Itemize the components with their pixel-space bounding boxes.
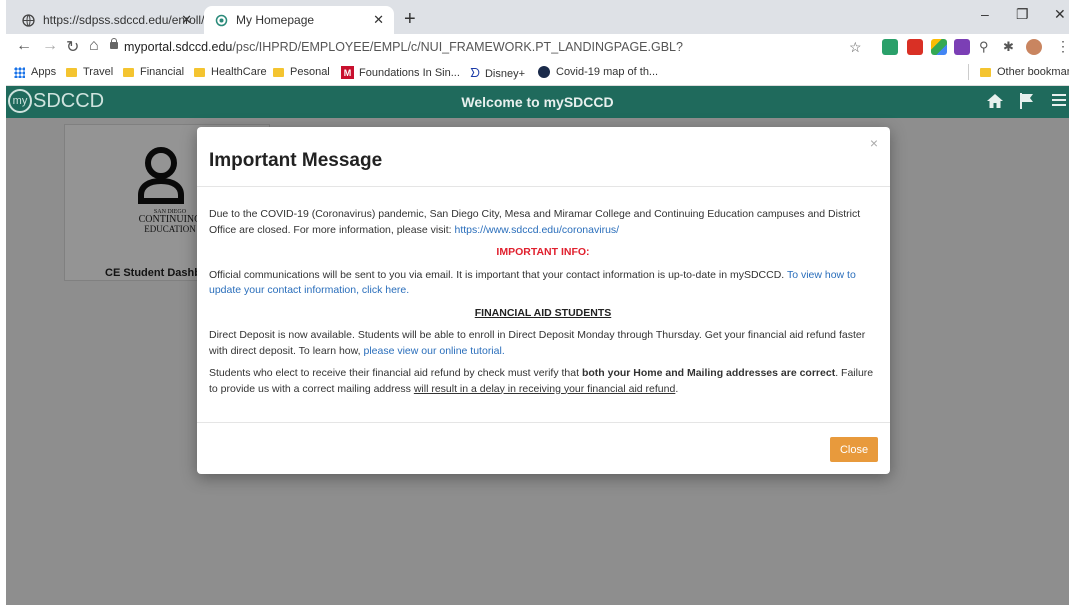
- globe-icon: [22, 13, 35, 27]
- covid-map-icon: [538, 66, 550, 78]
- profile-avatar[interactable]: [1026, 39, 1042, 55]
- folder-icon: [123, 67, 134, 77]
- extension-icon-sheets[interactable]: [882, 39, 898, 55]
- paragraph-text: Direct Deposit is now available. Student…: [209, 329, 866, 357]
- bookmark-label: Disney+: [484, 67, 526, 80]
- bookmark-label: Pesonal: [290, 66, 330, 78]
- contact-info-notice: Official communications will be sent to …: [209, 268, 877, 299]
- bookmark-label: HealthCare: [211, 66, 267, 78]
- url-host: myportal.sdccd.edu: [124, 40, 233, 54]
- bookmark-financial[interactable]: Financial: [123, 66, 184, 78]
- forward-icon[interactable]: →: [42, 37, 58, 55]
- bookmark-travel[interactable]: Travel: [66, 66, 113, 78]
- tab-title: My Homepage: [236, 13, 315, 27]
- online-tutorial-link[interactable]: please view our online tutorial.: [363, 345, 504, 357]
- back-icon[interactable]: ←: [16, 37, 32, 55]
- important-message-dialog: Important Message × Due to the COVID-19 …: [197, 127, 890, 474]
- bookmark-disney[interactable]: ᗤ Disney+: [470, 66, 525, 81]
- folder-icon: [194, 67, 205, 77]
- extension-icon-drive[interactable]: [931, 39, 947, 55]
- bookmark-healthcare[interactable]: HealthCare: [194, 66, 267, 78]
- paragraph-text: .: [675, 382, 679, 395]
- bookmark-covid-map[interactable]: Covid-19 map of th...: [538, 66, 658, 78]
- minimize-icon[interactable]: –: [981, 6, 989, 22]
- tab-strip: https://sdpss.sdccd.edu/enroll/ ✕ My Hom…: [6, 0, 1069, 34]
- folder-icon: [273, 67, 284, 77]
- coronavirus-link[interactable]: https://www.sdccd.edu/coronavirus/: [455, 224, 620, 236]
- puzzle-extensions-icon[interactable]: ✱: [1003, 39, 1014, 55]
- bookmarks-bar: Apps Travel Financial HealthCare Pesonal…: [6, 60, 1069, 86]
- close-tab-icon[interactable]: ✕: [181, 12, 192, 28]
- bookmark-other[interactable]: Other bookmarks: [980, 66, 1069, 78]
- url-path: /psc/IHPRD/EMPLOYEE/EMPL/c/NUI_FRAMEWORK…: [232, 40, 683, 54]
- dialog-body: Due to the COVID-19 (Coronavirus) pandem…: [209, 207, 877, 404]
- restore-icon[interactable]: ❐: [1016, 6, 1029, 23]
- paragraph-text: Official communications will be sent to …: [209, 268, 787, 281]
- bookmark-label: Travel: [83, 66, 114, 78]
- apps-grid-icon: [14, 66, 25, 78]
- page-title: Welcome to mySDCCD: [461, 94, 614, 110]
- bookmark-label: Other bookmarks: [997, 66, 1069, 78]
- covid-notice: Due to the COVID-19 (Coronavirus) pandem…: [209, 207, 877, 238]
- star-icon[interactable]: ☆: [849, 39, 862, 56]
- extension-icon-onenote[interactable]: [954, 39, 970, 55]
- underlined-text: will result in a delay in receiving your…: [413, 382, 676, 395]
- home-icon[interactable]: [986, 92, 1004, 115]
- lock-icon: [110, 38, 118, 49]
- important-info-heading: IMPORTANT INFO:: [496, 246, 590, 258]
- dialog-footer: Close: [197, 422, 890, 475]
- close-tab-icon[interactable]: ✕: [373, 12, 384, 28]
- home-icon[interactable]: ⌂: [89, 37, 99, 55]
- address-notice: Students who elect to receive their fina…: [209, 366, 877, 397]
- flag-icon[interactable]: [1019, 92, 1035, 115]
- emphasis-text: both your Home and Mailing addresses are…: [581, 367, 836, 379]
- extension-icon-gmail[interactable]: [907, 39, 923, 55]
- portal-header: my SDCCD Welcome to mySDCCD: [6, 86, 1069, 118]
- dialog-close-icon[interactable]: ×: [870, 135, 878, 151]
- tab-enroll[interactable]: https://sdpss.sdccd.edu/enroll/ ✕: [12, 6, 204, 34]
- folder-icon: [66, 67, 77, 77]
- close-button[interactable]: Close: [830, 437, 878, 462]
- new-tab-button[interactable]: +: [404, 8, 416, 31]
- reload-icon[interactable]: ↻: [66, 37, 79, 57]
- menu-dots-icon[interactable]: ⋮: [1056, 38, 1069, 55]
- bookmark-label: Apps: [31, 66, 57, 78]
- close-window-icon[interactable]: ✕: [1054, 6, 1066, 23]
- financial-aid-heading: FINANCIAL AID STUDENTS: [474, 306, 612, 319]
- bookmark-divider: [968, 64, 969, 80]
- dialog-header: Important Message ×: [197, 127, 890, 187]
- dialog-title: Important Message: [209, 150, 383, 171]
- bookmark-pesonal[interactable]: Pesonal: [273, 66, 330, 78]
- tab-my-homepage[interactable]: My Homepage ✕: [204, 6, 394, 34]
- bookmark-label: Financial: [140, 66, 185, 78]
- disney-plus-icon: ᗤ: [470, 66, 480, 80]
- bookmark-foundations[interactable]: M Foundations In Sin...: [341, 66, 460, 79]
- pin-icon[interactable]: ⚲: [979, 39, 989, 55]
- m-logo-icon: M: [341, 66, 354, 79]
- address-bar[interactable]: myportal.sdccd.edu/psc/IHPRD/EMPLOYEE/EM…: [124, 40, 683, 54]
- bookmark-label: Covid-19 map of th...: [556, 66, 659, 78]
- paragraph-text: Students who elect to receive their fina…: [209, 367, 582, 379]
- portal-favicon-icon: [214, 13, 228, 27]
- folder-icon: [980, 67, 991, 77]
- bookmark-apps[interactable]: Apps: [14, 66, 56, 78]
- browser-window: https://sdpss.sdccd.edu/enroll/ ✕ My Hom…: [6, 0, 1069, 605]
- hamburger-menu-icon[interactable]: [1052, 92, 1066, 113]
- bookmark-label: Foundations In Sin...: [359, 66, 460, 79]
- direct-deposit-notice: Direct Deposit is now available. Student…: [209, 328, 877, 359]
- browser-toolbar: ← → ↻ ⌂ myportal.sdccd.edu/psc/IHPRD/EMP…: [6, 34, 1069, 60]
